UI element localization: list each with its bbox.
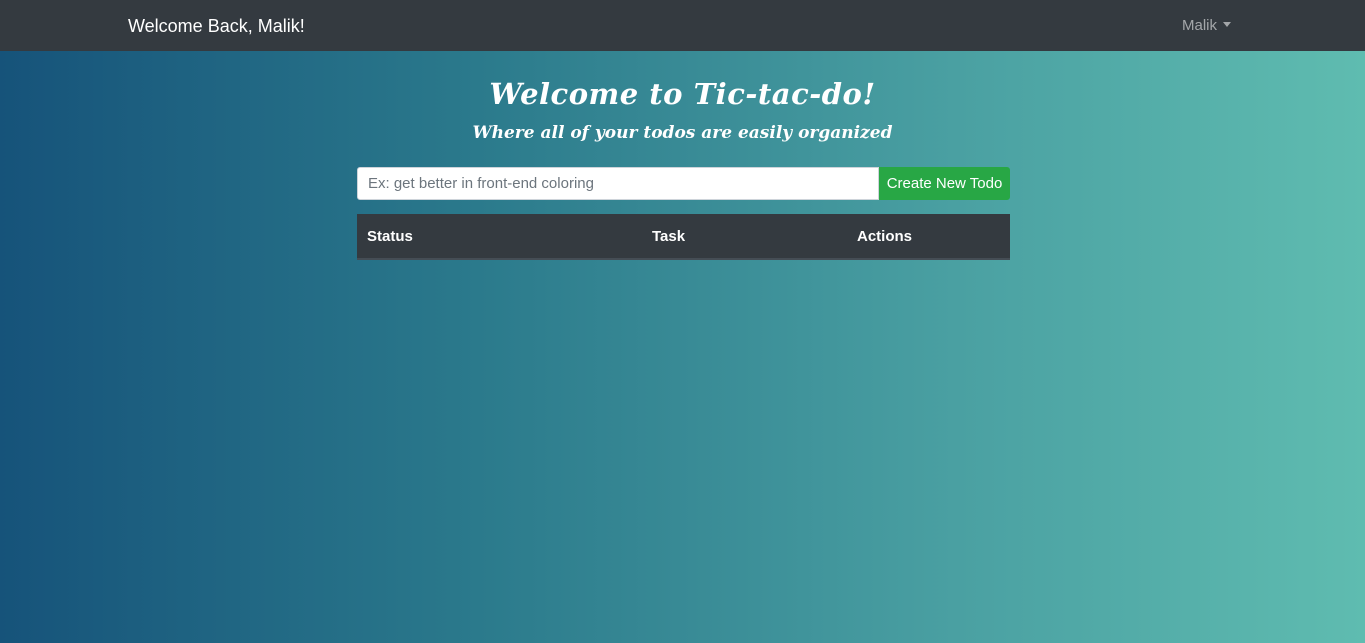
table-header-row: Status Task Actions <box>357 214 1010 260</box>
new-todo-form: Create New Todo <box>357 167 1010 200</box>
caret-down-icon <box>1223 22 1231 27</box>
new-todo-input[interactable] <box>357 167 879 200</box>
page-title: Welcome to Tic-tac-do! <box>489 77 876 111</box>
column-header-actions: Actions <box>847 214 1010 260</box>
user-menu-label: Malik <box>1181 17 1217 34</box>
user-dropdown-toggle[interactable]: Malik <box>1182 16 1231 36</box>
todo-table: Status Task Actions <box>357 214 1010 260</box>
column-header-status: Status <box>357 214 642 260</box>
todo-table-header: Status Task Actions <box>357 214 1010 260</box>
top-navbar: Welcome Back, Malik! Malik <box>0 0 1365 51</box>
page-subtitle: Where all of your todos are easily organ… <box>472 123 893 143</box>
navbar-brand[interactable]: Welcome Back, Malik! <box>128 15 305 37</box>
column-header-task: Task <box>642 214 847 260</box>
create-todo-button[interactable]: Create New Todo <box>879 167 1010 200</box>
